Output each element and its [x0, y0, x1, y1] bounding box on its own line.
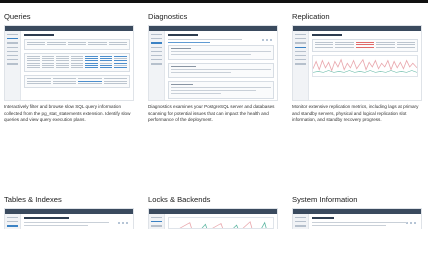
- thumb-main: [168, 217, 274, 229]
- thumb-sidebar: [5, 214, 21, 229]
- card-replication[interactable]: Replication Monitor extensive replicatio…: [292, 12, 422, 124]
- screenshot-diagnostics[interactable]: [148, 25, 278, 101]
- thumb-sidebar: [149, 214, 165, 229]
- card-title-system-information: System Information: [292, 195, 358, 204]
- card-title-replication: Replication: [292, 12, 330, 21]
- thumb-sidebar: [5, 31, 21, 100]
- top-edge-band: [0, 0, 428, 3]
- card-title-locks-backends: Locks & Backends: [148, 195, 211, 204]
- replication-lag-chart: [312, 55, 418, 78]
- thumb-topbar: [149, 209, 277, 224]
- thumb-sidebar: [293, 214, 309, 229]
- card-locks-backends[interactable]: Locks & Backends: [148, 195, 278, 229]
- thumb-topbar: [149, 26, 277, 41]
- locks-chart: [168, 217, 274, 229]
- card-tables-indexes[interactable]: Tables & Indexes: [4, 195, 134, 229]
- card-diagnostics[interactable]: Diagnostics Diagnostics examines your Po…: [148, 12, 278, 124]
- thumb-sidebar: [149, 31, 165, 100]
- screenshot-tables-indexes[interactable]: [4, 208, 134, 229]
- thumb-sidebar: [293, 31, 309, 100]
- card-description-diagnostics: Diagnostics examines your PostgreSQL ser…: [148, 104, 275, 123]
- card-title-diagnostics: Diagnostics: [148, 12, 188, 21]
- thumb-topbar: [293, 209, 421, 224]
- thumb-main: [312, 34, 418, 98]
- screenshot-replication[interactable]: [292, 25, 422, 101]
- screenshot-locks-backends[interactable]: [148, 208, 278, 229]
- card-queries[interactable]: Queries Interactively filter and browse …: [4, 12, 134, 124]
- thumb-main: [312, 217, 418, 227]
- thumb-topbar: [293, 26, 421, 41]
- card-description-replication: Monitor extensive replication metrics, i…: [292, 104, 419, 123]
- card-description-queries: Interactively filter and browse slow SQL…: [4, 104, 131, 123]
- card-system-information[interactable]: System Information: [292, 195, 422, 229]
- screenshot-system-information[interactable]: [292, 208, 422, 229]
- thumb-topbar: [5, 26, 133, 41]
- thumb-main: [24, 34, 130, 98]
- thumb-main: [168, 34, 274, 100]
- card-title-tables-indexes: Tables & Indexes: [4, 195, 62, 204]
- thumb-topbar: [5, 209, 133, 224]
- screenshot-queries[interactable]: [4, 25, 134, 101]
- card-title-queries: Queries: [4, 12, 31, 21]
- thumb-main: [24, 217, 130, 227]
